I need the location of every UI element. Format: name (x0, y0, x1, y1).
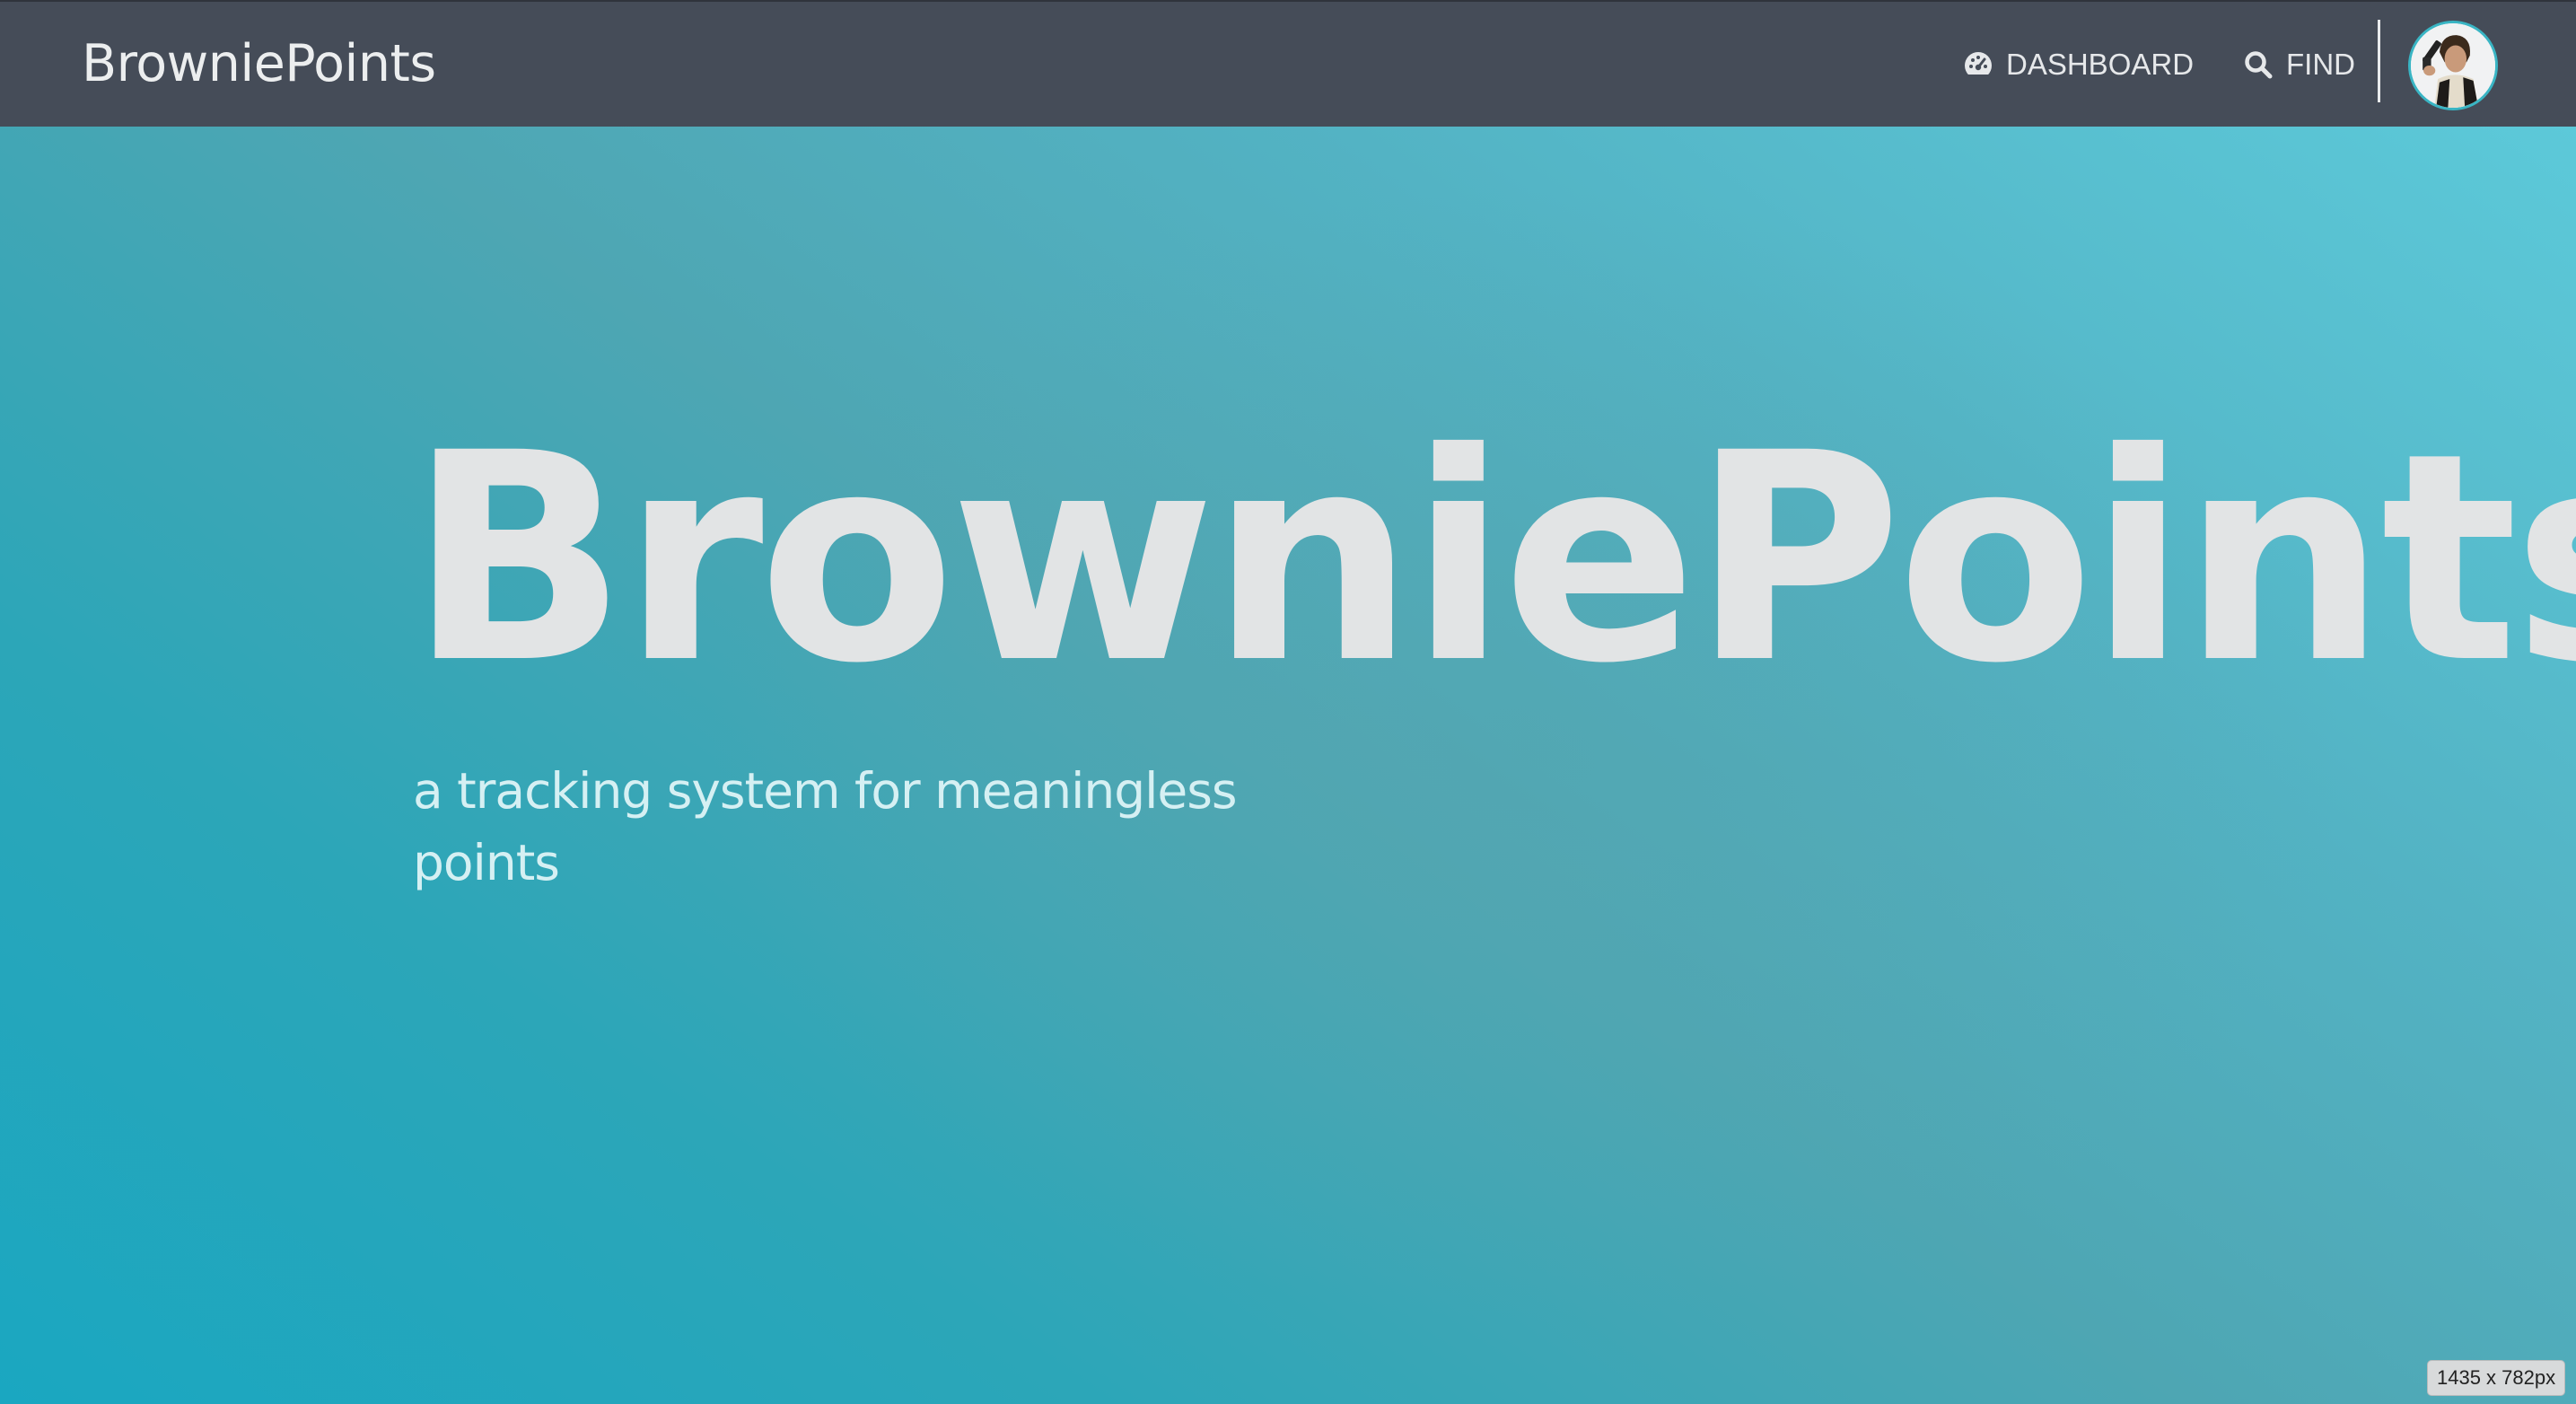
nav-dashboard-link[interactable]: DASHBOARD (1963, 45, 2194, 84)
hero-section: BrowniePoints a tracking system for mean… (0, 127, 2576, 1404)
brand-link[interactable]: BrowniePoints (82, 34, 436, 93)
nav-find-label: FIND (2286, 48, 2355, 81)
top-navbar: BrowniePoints DASHBOARD FIND (0, 0, 2576, 127)
page: BrowniePoints DASHBOARD FIND BrowniePoin… (0, 0, 2576, 1404)
nav-dashboard-label: DASHBOARD (2006, 48, 2195, 81)
user-avatar[interactable] (2408, 21, 2498, 110)
viewport-size-badge: 1435 x 782px (2427, 1360, 2566, 1396)
search-icon (2243, 49, 2274, 80)
nav-find-link[interactable]: FIND (2243, 45, 2355, 84)
hero-title: BrowniePoints (408, 392, 2576, 726)
nav-divider (2378, 20, 2380, 102)
hero-subtitle: a tracking system for meaningless points (413, 762, 1238, 891)
dashboard-gauge-icon (1963, 49, 1993, 80)
